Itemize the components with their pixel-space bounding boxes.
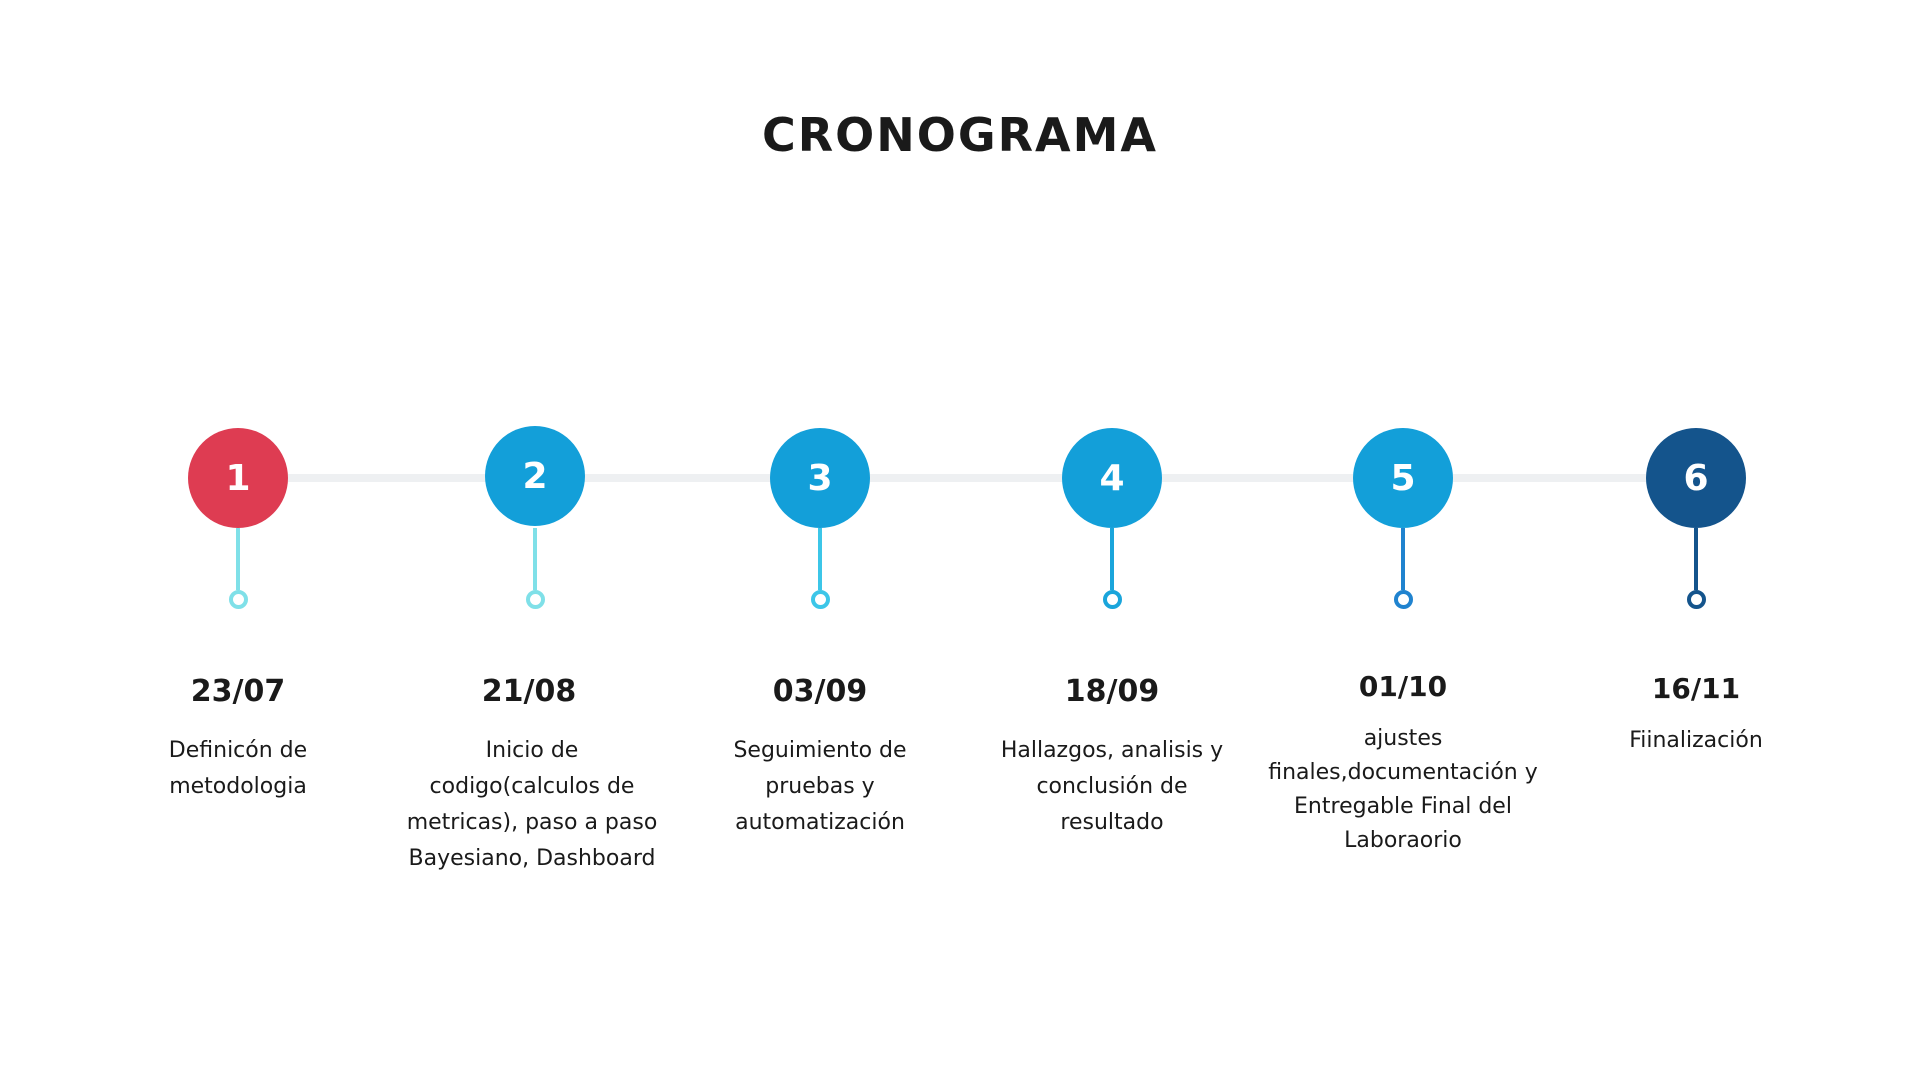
milestone-node: 4 <box>1062 428 1162 528</box>
milestone-stem <box>1110 528 1114 590</box>
milestone-node: 2 <box>485 426 585 526</box>
milestone-date: 03/09 <box>772 674 868 709</box>
milestone-5: 5 01/10 ajustes finales,documentación y … <box>1253 428 1553 928</box>
milestone-description: Hallazgos, analisis y conclusión de resu… <box>1000 738 1224 835</box>
milestone-description: Definicón de metodologia <box>168 738 308 799</box>
milestone-node: 6 <box>1646 428 1746 528</box>
milestone-2: 2 21/08 Inicio de codigo(calculos de met… <box>385 426 685 928</box>
page-title: CRONOGRAMA <box>761 108 1159 162</box>
milestone-end-dot <box>811 590 830 609</box>
milestone-stem <box>236 528 240 590</box>
milestone-stem <box>818 528 822 590</box>
milestone-stem <box>1401 528 1405 590</box>
milestone-date: 23/07 <box>190 674 286 709</box>
milestone-6: 6 16/11 Fiinalización <box>1546 428 1846 928</box>
milestone-3: 3 03/09 Seguimiento de pruebas y automat… <box>670 428 970 928</box>
milestone-date: 21/08 <box>481 674 577 709</box>
milestone-description: Inicio de codigo(calculos de metricas), … <box>406 738 658 871</box>
milestone-4: 4 18/09 Hallazgos, analisis y conclusión… <box>962 428 1262 928</box>
milestone-stem <box>533 528 537 590</box>
milestone-stem <box>1694 528 1698 590</box>
milestone-end-dot <box>1687 590 1706 609</box>
milestone-end-dot <box>1394 590 1413 609</box>
milestone-description: Seguimiento de pruebas y automatización <box>733 738 907 835</box>
milestone-end-dot <box>1103 590 1122 609</box>
milestone-1: 1 23/07 Definicón de metodologia <box>88 428 388 928</box>
milestone-node: 5 <box>1353 428 1453 528</box>
milestone-date: 18/09 <box>1064 674 1160 709</box>
milestone-date: 01/10 <box>1358 670 1448 703</box>
milestone-end-dot <box>229 590 248 609</box>
milestone-end-dot <box>526 590 545 609</box>
milestone-node: 1 <box>188 428 288 528</box>
milestone-description: ajustes finales,documentación y Entregab… <box>1268 726 1538 853</box>
milestone-date: 16/11 <box>1651 672 1741 705</box>
milestone-description: Fiinalización <box>1629 728 1763 753</box>
milestone-node: 3 <box>770 428 870 528</box>
